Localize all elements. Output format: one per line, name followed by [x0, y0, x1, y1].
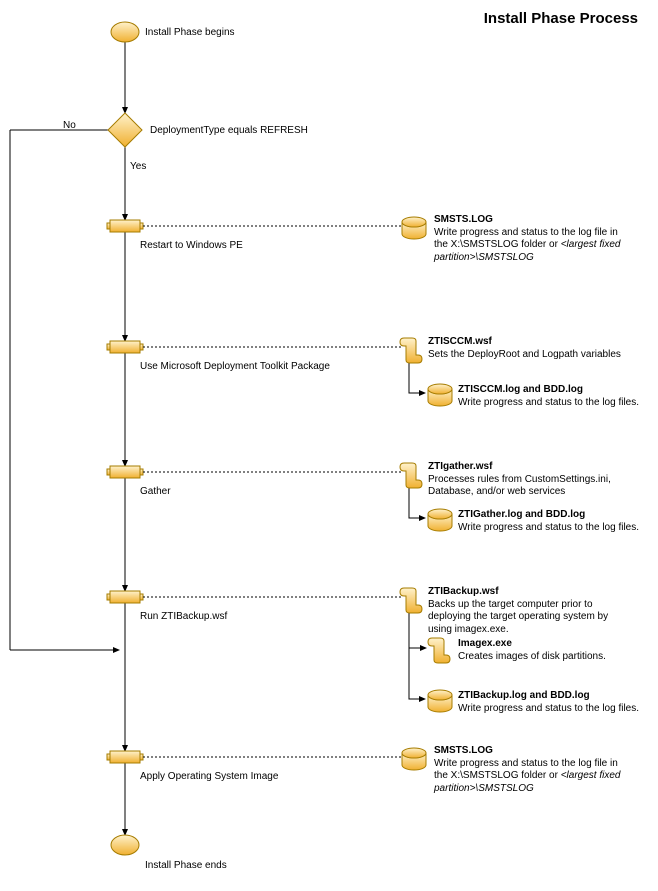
apply-label: Apply Operating System Image — [140, 771, 278, 784]
mdt-db: ZTISCCM.log and BDD.log Write progress a… — [458, 384, 658, 409]
end-label: Install Phase ends — [145, 860, 227, 873]
mdt-script-desc: Sets the DeployRoot and Logpath variable… — [428, 349, 621, 360]
backup-db-desc: Write progress and status to the log fil… — [458, 703, 639, 714]
backup-label: Run ZTIBackup.wsf — [140, 611, 227, 624]
script-icon-gather — [400, 463, 422, 488]
backup-sub-title: Imagex.exe — [458, 638, 512, 649]
gather-script-title: ZTIgather.wsf — [428, 461, 492, 472]
restart-db: SMSTS.LOG Write progress and status to t… — [434, 214, 634, 264]
gather-script: ZTIgather.wsf Processes rules from Custo… — [428, 461, 628, 499]
decision-label: DeploymentType equals REFRESH — [150, 125, 308, 138]
process-gather — [107, 466, 143, 478]
backup-script: ZTIBackup.wsf Backs up the target comput… — [428, 586, 628, 636]
restart-label: Restart to Windows PE — [140, 240, 243, 253]
db-icon-gather — [428, 509, 452, 531]
mdt-db-title: ZTISCCM.log and BDD.log — [458, 384, 583, 395]
start-label: Install Phase begins — [145, 27, 235, 40]
db-icon-restart — [402, 217, 426, 239]
backup-db-title: ZTIBackup.log and BDD.log — [458, 690, 590, 701]
script-icon-mdt — [400, 338, 422, 363]
gather-script-desc: Processes rules from CustomSettings.ini,… — [428, 474, 611, 498]
backup-script-desc: Backs up the target computer prior to de… — [428, 599, 608, 635]
mdt-db-desc: Write progress and status to the log fil… — [458, 397, 639, 408]
restart-db-title: SMSTS.LOG — [434, 214, 493, 225]
gather-label: Gather — [140, 486, 171, 499]
gather-db: ZTIGather.log and BDD.log Write progress… — [458, 509, 658, 534]
process-mdt — [107, 341, 143, 353]
decision-yes-label: Yes — [130, 161, 146, 174]
backup-script-title: ZTIBackup.wsf — [428, 586, 499, 597]
db-icon-apply — [402, 748, 426, 770]
mdt-script: ZTISCCM.wsf Sets the DeployRoot and Logp… — [428, 336, 628, 361]
gather-db-desc: Write progress and status to the log fil… — [458, 522, 639, 533]
process-apply — [107, 751, 143, 763]
db-icon-backup — [428, 690, 452, 712]
gather-db-title: ZTIGather.log and BDD.log — [458, 509, 585, 520]
mdt-script-title: ZTISCCM.wsf — [428, 336, 492, 347]
script-icon-backup — [400, 588, 422, 613]
script-icon-imagex — [428, 638, 450, 663]
apply-db: SMSTS.LOG Write progress and status to t… — [434, 745, 634, 795]
backup-db: ZTIBackup.log and BDD.log Write progress… — [458, 690, 658, 715]
process-restart — [107, 220, 143, 232]
db-icon-mdt — [428, 384, 452, 406]
backup-sub: Imagex.exe Creates images of disk partit… — [458, 638, 648, 663]
process-backup — [107, 591, 143, 603]
apply-db-title: SMSTS.LOG — [434, 745, 493, 756]
mdt-label: Use Microsoft Deployment Toolkit Package — [140, 361, 330, 374]
decision-no-label: No — [63, 120, 76, 133]
backup-sub-desc: Creates images of disk partitions. — [458, 651, 606, 662]
